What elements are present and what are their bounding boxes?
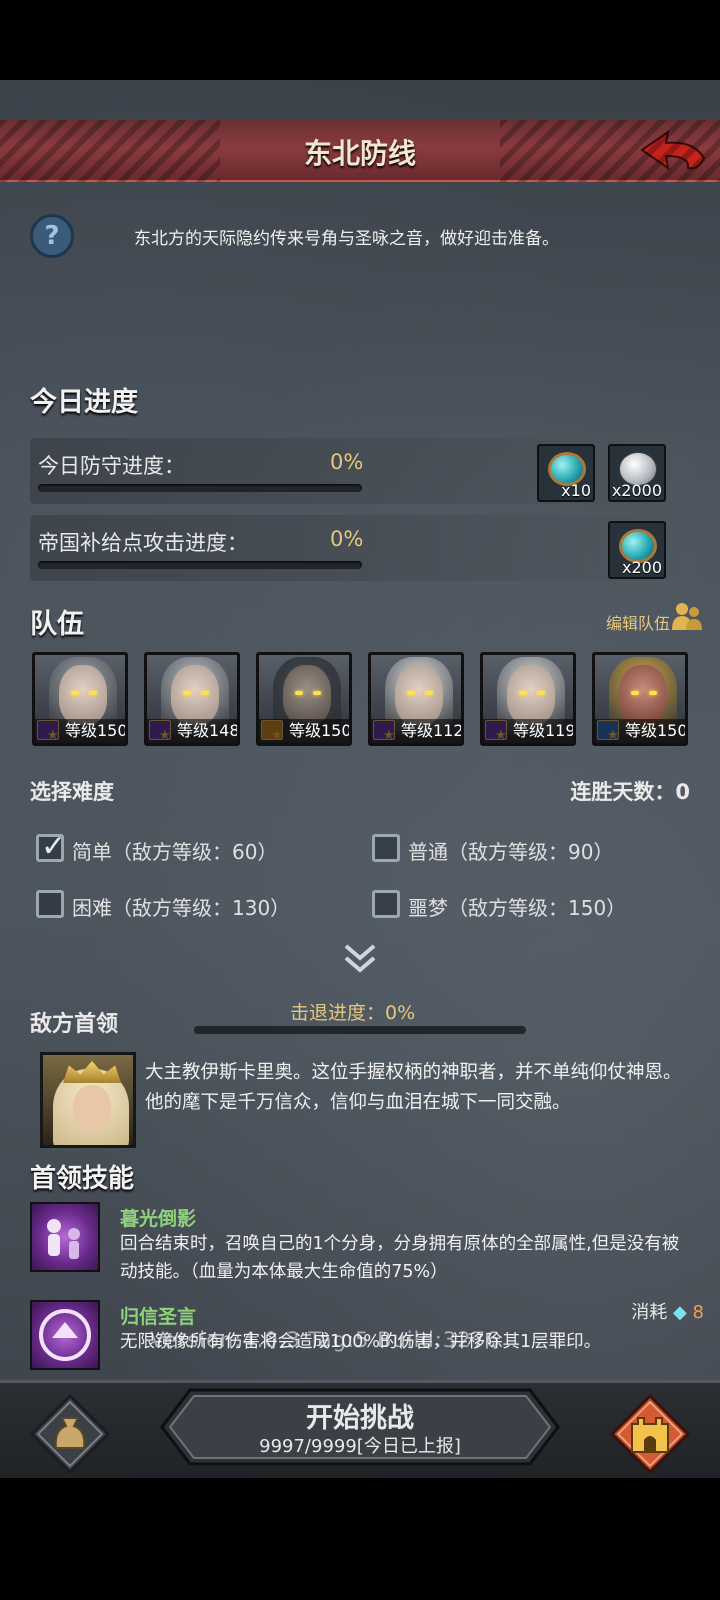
- supply-attack-progress-label: 帝国补给点攻击进度：: [38, 531, 248, 555]
- title-bar: 东北防线: [0, 120, 720, 182]
- knockback-progress-label: 击退进度：0%: [290, 1002, 416, 1024]
- reward-gem[interactable]: x200: [608, 521, 666, 579]
- start-challenge-button[interactable]: 开始挑战 9997/9999[今日已上报]: [160, 1388, 560, 1466]
- supply-attack-progress-bar: [38, 561, 362, 569]
- hero-level: 等级150: [35, 719, 125, 743]
- page-title: 东北防线: [303, 137, 416, 170]
- cost-label: 消耗: [631, 1302, 668, 1323]
- difficulty-easy-label[interactable]: 简单（敌方等级：60）: [72, 836, 277, 865]
- edit-team-button[interactable]: 编辑队伍: [606, 610, 670, 634]
- expand-chevron-icon[interactable]: [340, 940, 380, 976]
- hero-face: [171, 665, 219, 725]
- boss-skills-title: 首领技能: [30, 1164, 135, 1194]
- difficulty-title: 选择难度: [30, 780, 114, 804]
- hero-level: 等级119: [483, 719, 573, 743]
- hero-face: [619, 665, 667, 725]
- hero-eye: [537, 691, 545, 695]
- hero-slot[interactable]: ★ 等级150: [592, 652, 688, 746]
- hero-eye: [649, 691, 657, 695]
- reward-quantity: x200: [621, 558, 662, 577]
- team-edit-icon[interactable]: [670, 600, 706, 632]
- hero-face: [395, 665, 443, 725]
- hero-level: 等级150: [595, 719, 685, 743]
- difficulty-hard-checkbox[interactable]: [36, 890, 64, 918]
- difficulty-nightmare-checkbox[interactable]: [372, 890, 400, 918]
- bag-button-icon[interactable]: [30, 1394, 110, 1474]
- help-icon[interactable]: ?: [30, 214, 74, 258]
- crown-icon: [63, 1061, 121, 1083]
- reward-silver[interactable]: x2000: [608, 444, 666, 502]
- hero-eye: [71, 691, 79, 695]
- difficulty-normal-label[interactable]: 普通（敌方等级：90）: [408, 836, 613, 865]
- hero-face: [283, 665, 331, 725]
- boss-face: [73, 1085, 111, 1133]
- boss-description: 大主教伊斯卡里奥。这位手握权柄的神职者，并不单纯仰仗神恩。他的麾下是千万信众，信…: [145, 1062, 682, 1113]
- hero-eye: [89, 691, 97, 695]
- skill-conversion-icon[interactable]: [30, 1300, 100, 1370]
- diamond-icon: ◆: [672, 1302, 687, 1323]
- hero-eye: [295, 691, 303, 695]
- start-challenge-label: 开始挑战: [306, 1403, 414, 1434]
- knockback-progress-bar: [194, 1026, 526, 1034]
- hero-eye: [201, 691, 209, 695]
- hero-level: 等级148: [147, 719, 237, 743]
- difficulty-easy-checkbox[interactable]: ✓: [36, 829, 66, 864]
- skill-twilight-icon[interactable]: [30, 1202, 100, 1272]
- castle-button-icon[interactable]: [610, 1394, 690, 1474]
- hero-face: [507, 665, 555, 725]
- today-progress-title: 今日进度: [30, 387, 138, 418]
- hero-eye: [631, 691, 639, 695]
- difficulty-hard-label[interactable]: 困难（敌方等级：130）: [72, 892, 290, 921]
- hero-eye: [407, 691, 415, 695]
- win-streak: 连胜天数：0: [570, 780, 690, 804]
- difficulty-normal-checkbox[interactable]: [372, 834, 400, 862]
- supply-attack-progress-row: 帝国补给点攻击进度： 0%: [30, 515, 690, 581]
- team-title: 队伍: [30, 609, 84, 640]
- hero-slot[interactable]: ★ 等级119: [480, 652, 576, 746]
- back-arrow-icon[interactable]: [638, 128, 708, 174]
- hero-slot[interactable]: ★ 等级150: [256, 652, 352, 746]
- navigation-bar-area: [0, 1478, 720, 1600]
- hero-eye: [183, 691, 191, 695]
- skill-name: 归信圣言: [120, 1306, 197, 1328]
- hero-slot[interactable]: ★ 等级150: [32, 652, 128, 746]
- skill-description: 回合结束时，召唤自己的1个分身，分身拥有原体的全部属性,但是没有被动技能。（血量…: [120, 1234, 680, 1282]
- reward-quantity: x2000: [611, 481, 662, 500]
- enemy-boss-title: 敌方首领: [30, 1012, 119, 1037]
- check-icon: ✓: [41, 829, 67, 864]
- hero-face: [59, 665, 107, 725]
- hero-level: 等级112: [371, 719, 461, 743]
- cost-value: 8: [692, 1302, 704, 1323]
- hero-eye: [425, 691, 433, 695]
- difficulty-nightmare-label[interactable]: 噩梦（敌方等级：150）: [408, 892, 626, 921]
- hero-slot[interactable]: ★ 等级148: [144, 652, 240, 746]
- reward-gem[interactable]: x10: [537, 444, 595, 502]
- hero-eye: [519, 691, 527, 695]
- status-bar-area: [0, 0, 720, 80]
- version-watermark: Version:4.0.3 Tag:5 Build:3276: [150, 1328, 501, 1352]
- defense-progress-label: 今日防守进度：: [38, 454, 185, 478]
- skill-name: 暮光倒影: [120, 1208, 197, 1230]
- defense-progress-bar: [38, 484, 362, 492]
- hero-slot[interactable]: ★ 等级112: [368, 652, 464, 746]
- challenge-count: 9997/9999[今日已上报]: [259, 1436, 461, 1457]
- defense-progress-percent: 0%: [330, 450, 364, 474]
- skill-cost: 消耗 ◆ 8: [631, 1298, 704, 1324]
- reward-quantity: x10: [561, 481, 591, 500]
- hero-eye: [313, 691, 321, 695]
- supply-attack-progress-percent: 0%: [330, 527, 364, 551]
- stage-description: 东北方的天际隐约传来号角与圣咏之音，做好迎击准备。: [134, 229, 559, 249]
- hero-level: 等级150: [259, 719, 349, 743]
- boss-portrait[interactable]: [40, 1052, 136, 1148]
